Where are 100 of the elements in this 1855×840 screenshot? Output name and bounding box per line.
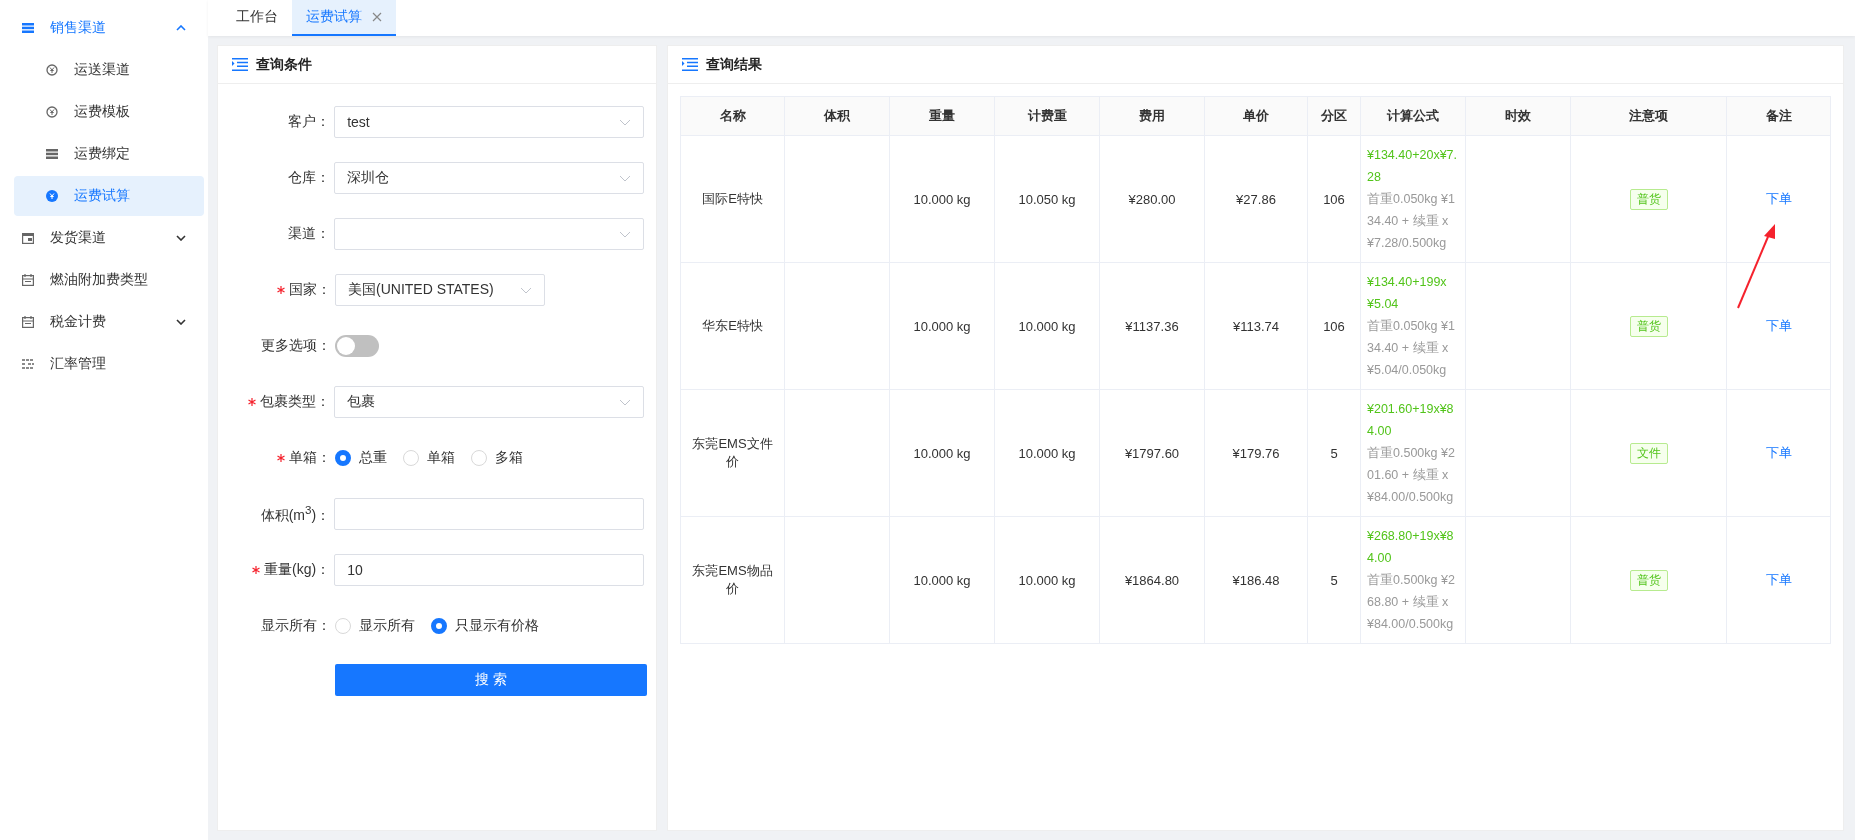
sidebar-submenu-item[interactable]: 运费模板 <box>14 92 204 132</box>
formula-detail: 首重0.500kg ¥201.60 + 续重 x ¥84.00/0.500kg <box>1367 445 1456 506</box>
menu-icon <box>22 359 34 369</box>
formula-text: ¥134.40+199x¥5.04 <box>1367 274 1448 313</box>
tab[interactable]: 工作台 <box>222 0 292 36</box>
sidebar-menu-item[interactable]: 销售渠道 <box>0 8 208 48</box>
tag: 普货 <box>1629 188 1668 210</box>
panel-title: 查询条件 <box>256 55 312 74</box>
sidebar-menu-item[interactable]: 汇率管理 <box>0 344 208 384</box>
close-icon[interactable] <box>372 12 382 22</box>
column-header: 注意项 <box>1570 96 1727 136</box>
table-cell: 10.000 kg <box>889 262 995 390</box>
column-header: 备注 <box>1726 96 1831 136</box>
select-field[interactable]: 深圳仓 <box>334 162 644 194</box>
toggle-switch[interactable] <box>335 335 379 357</box>
field-label: 渠道： <box>288 225 331 243</box>
table-cell: 10.000 kg <box>889 516 995 644</box>
table-cell: 东莞EMS物品价 <box>680 516 785 644</box>
field-label: 显示所有： <box>261 617 331 635</box>
formula-detail: 首重0.050kg ¥134.40 + 续重 x ¥7.28/0.500kg <box>1367 191 1456 252</box>
chevron-icon <box>176 25 186 31</box>
field-label: 重量(kg)： <box>264 561 331 579</box>
radio-option[interactable]: 多箱 <box>471 449 523 467</box>
input-field[interactable] <box>334 498 644 530</box>
radio-option[interactable]: 单箱 <box>403 449 455 467</box>
tab[interactable]: 运费试算 <box>292 0 396 36</box>
formula-detail: 首重0.500kg ¥268.80 + 续重 x ¥84.00/0.500kg <box>1367 572 1456 633</box>
menu-icon <box>46 149 58 159</box>
tag: 文件 <box>1629 442 1668 464</box>
formula-detail: 首重0.050kg ¥134.40 + 续重 x ¥5.04/0.050kg <box>1367 318 1456 379</box>
menu-icon <box>46 64 58 76</box>
sidebar-menu-item[interactable]: 发货渠道 <box>0 218 208 258</box>
dropdown-caret-icon <box>520 286 532 294</box>
order-link[interactable]: 下单 <box>1765 191 1792 206</box>
tag: 普货 <box>1629 569 1668 591</box>
dropdown-caret-icon <box>619 398 631 406</box>
table-cell: 10.050 kg <box>994 135 1100 263</box>
input-field[interactable]: 10 <box>334 554 644 586</box>
table-cell: ¥1864.80 <box>1099 516 1205 644</box>
select-field[interactable]: 包裹 <box>334 386 644 418</box>
table-cell: 10.000 kg <box>994 389 1100 517</box>
column-header: 计算公式 <box>1360 96 1466 136</box>
formula-text: ¥134.40+20x¥7.28 <box>1367 147 1458 186</box>
order-link[interactable]: 下单 <box>1765 318 1792 333</box>
sidebar-menu-item[interactable]: 税金计费 <box>0 302 208 342</box>
field-label: 单箱： <box>289 449 331 467</box>
menu-icon <box>22 23 34 33</box>
dropdown-caret-icon <box>619 174 631 182</box>
table-cell: ¥280.00 <box>1099 135 1205 263</box>
sidebar-submenu-item[interactable]: 运费绑定 <box>14 134 204 174</box>
order-link[interactable]: 下单 <box>1765 445 1792 460</box>
table-cell: 10.000 kg <box>994 262 1100 390</box>
search-button[interactable]: 搜 索 <box>335 664 647 696</box>
tag: 普货 <box>1629 315 1668 337</box>
table-cell: ¥186.48 <box>1204 516 1308 644</box>
table-cell: 106 <box>1307 135 1361 263</box>
table-cell: ¥179.76 <box>1204 389 1308 517</box>
table-cell: ¥1137.36 <box>1099 262 1205 390</box>
field-label: 客户： <box>288 113 331 131</box>
sidebar-menu-item[interactable]: 燃油附加费类型 <box>0 260 208 300</box>
table-cell: 华东E特快 <box>680 262 785 390</box>
table-cell: ¥1797.60 <box>1099 389 1205 517</box>
formula-text: ¥268.80+19x¥84.00 <box>1367 528 1455 567</box>
menu-icon <box>22 232 34 244</box>
dropdown-caret-icon <box>619 118 631 126</box>
menu-icon <box>22 274 34 286</box>
column-header: 体积 <box>784 96 890 136</box>
select-field[interactable] <box>334 218 644 250</box>
sidebar-submenu-item[interactable]: 运送渠道 <box>14 50 204 90</box>
dropdown-caret-icon <box>619 230 631 238</box>
menu-icon <box>22 316 34 328</box>
table-cell: 106 <box>1307 262 1361 390</box>
order-link[interactable]: 下单 <box>1765 572 1792 587</box>
field-label: 包裹类型： <box>260 393 331 411</box>
chevron-icon <box>176 319 186 325</box>
column-header: 计费重 <box>994 96 1100 136</box>
column-header: 分区 <box>1307 96 1361 136</box>
table-cell: ¥27.86 <box>1204 135 1308 263</box>
radio-option[interactable]: 只显示有价格 <box>431 617 539 635</box>
column-header: 时效 <box>1465 96 1571 136</box>
table-cell: 10.000 kg <box>994 516 1100 644</box>
table-cell: 10.000 kg <box>889 135 995 263</box>
column-header: 费用 <box>1099 96 1205 136</box>
chevron-icon <box>176 235 186 241</box>
list-indent-icon <box>682 58 698 71</box>
sidebar-submenu-item[interactable]: 运费试算 <box>14 176 204 216</box>
formula-text: ¥201.60+19x¥84.00 <box>1367 401 1455 440</box>
select-field[interactable]: test <box>334 106 644 138</box>
field-label: 体积(m$^{3}$)： <box>260 503 331 525</box>
table-cell: ¥113.74 <box>1204 262 1308 390</box>
radio-option[interactable]: 显示所有 <box>335 617 415 635</box>
panel-title: 查询结果 <box>706 55 762 74</box>
select-field[interactable]: 美国(UNITED STATES) <box>335 274 545 306</box>
column-header: 重量 <box>889 96 995 136</box>
field-label: 国家： <box>289 281 331 299</box>
radio-option[interactable]: 总重 <box>335 449 387 467</box>
list-indent-icon <box>232 58 248 71</box>
field-label: 仓库： <box>288 169 331 187</box>
table-cell: 5 <box>1307 389 1361 517</box>
column-header: 名称 <box>680 96 785 136</box>
